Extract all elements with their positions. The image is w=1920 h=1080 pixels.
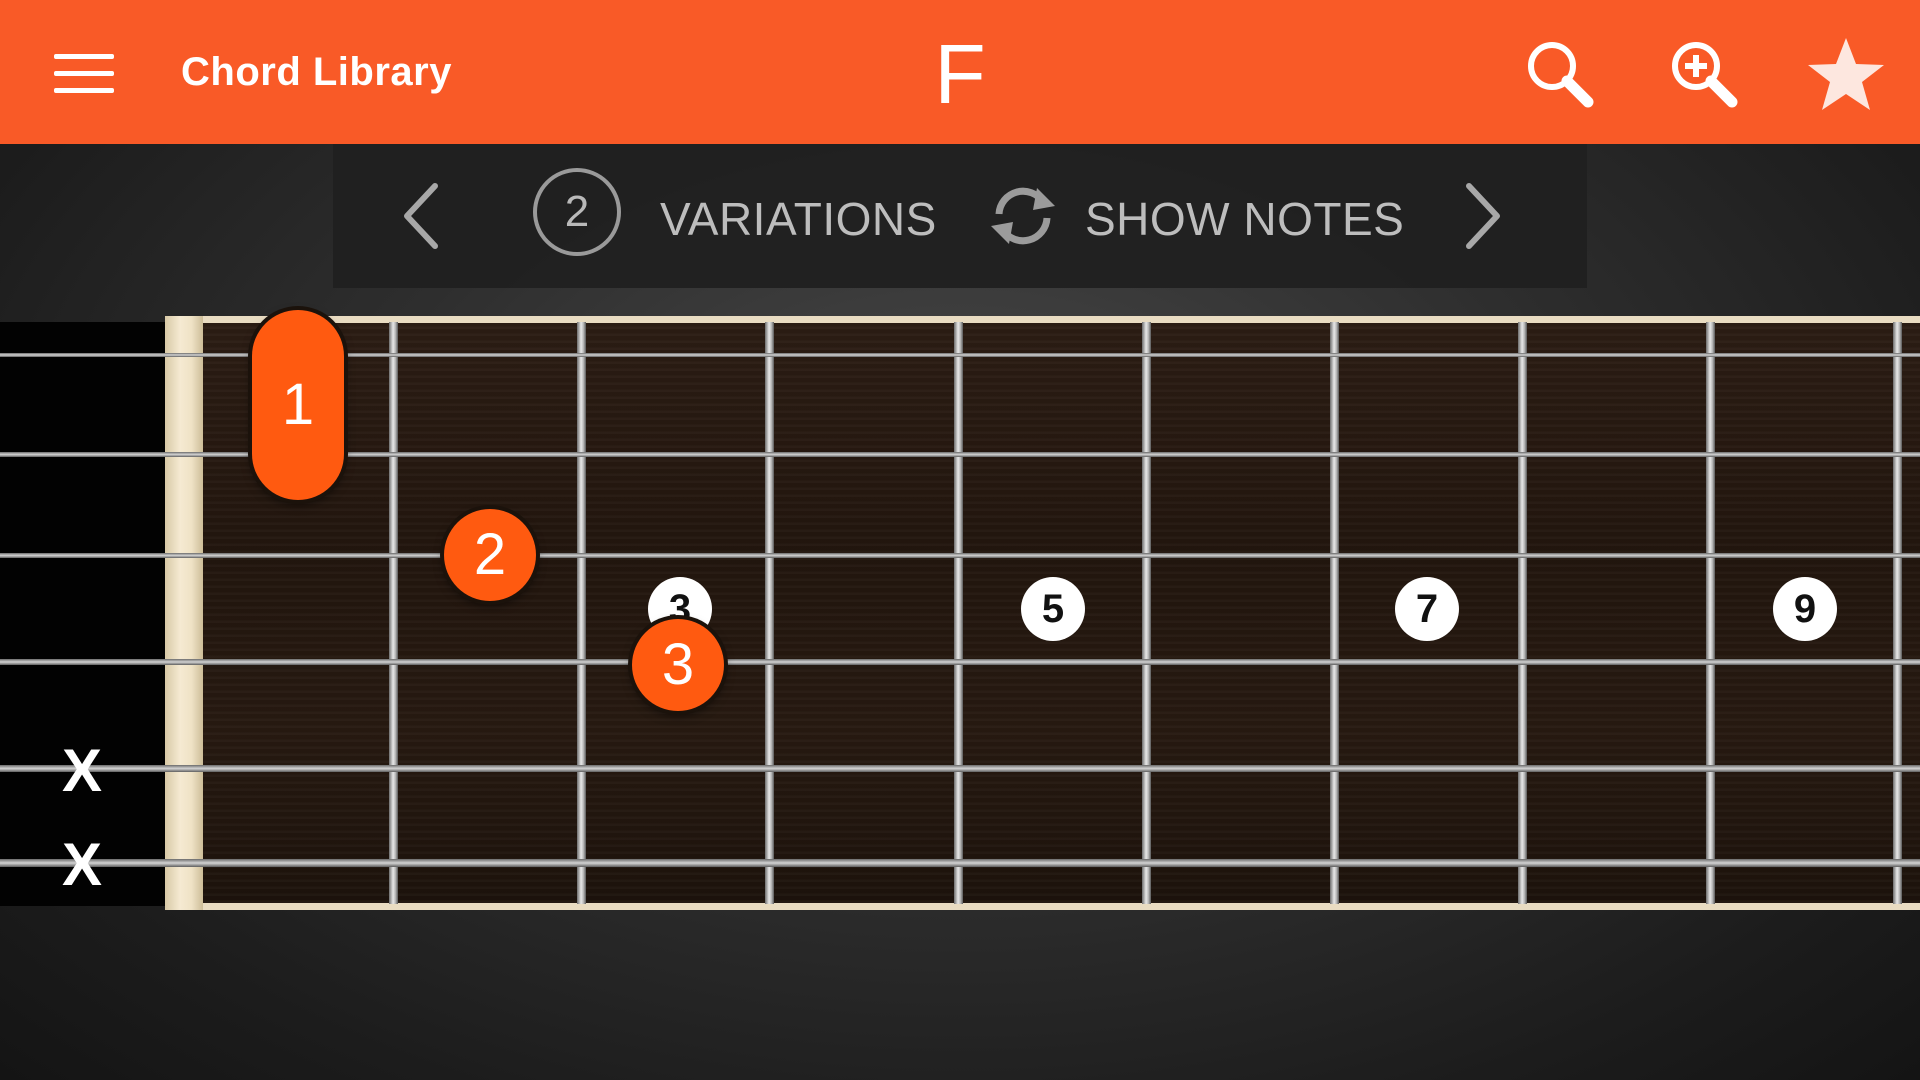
- variations-label[interactable]: VARIATIONS: [660, 194, 937, 244]
- guitar-string: [0, 659, 1920, 665]
- app-bar: Chord Library F: [0, 0, 1920, 144]
- zoom-in-icon[interactable]: [1664, 34, 1744, 114]
- fret-inlay-marker: 7: [1395, 577, 1459, 641]
- refresh-icon[interactable]: [985, 178, 1061, 254]
- menu-icon[interactable]: [42, 46, 122, 100]
- finger-position-3[interactable]: 3: [632, 619, 724, 711]
- nut: [165, 316, 203, 910]
- fret-inlay-marker: 5: [1021, 577, 1085, 641]
- fret-wire: [1142, 322, 1151, 904]
- guitar-string: [0, 553, 1920, 558]
- variation-count-badge[interactable]: 2: [533, 168, 621, 256]
- chevron-right-icon: [1466, 183, 1500, 249]
- chevron-left-icon: [404, 183, 438, 249]
- star-icon[interactable]: [1806, 34, 1886, 114]
- previous-variation-button[interactable]: [389, 144, 459, 288]
- fret-wire: [1330, 322, 1339, 904]
- fret-wire: [1706, 322, 1715, 904]
- guitar-string: [0, 859, 1920, 867]
- fret-wire: [1893, 322, 1902, 904]
- page-title: Chord Library: [181, 50, 452, 94]
- finger-position-2[interactable]: 2: [444, 509, 536, 601]
- finger-position-1-barre[interactable]: 1: [252, 310, 344, 500]
- muted-string-marker: X: [61, 831, 103, 898]
- fret-inlay-marker: 9: [1773, 577, 1837, 641]
- fret-wire: [954, 322, 963, 904]
- variations-toolbar: 2 VARIATIONS SHOW NOTES: [333, 144, 1587, 288]
- guitar-string: [0, 765, 1920, 772]
- chord-name: F: [934, 27, 986, 121]
- search-icon[interactable]: [1520, 34, 1600, 114]
- muted-string-marker: X: [61, 737, 103, 804]
- fret-wire: [1518, 322, 1527, 904]
- show-notes-button[interactable]: SHOW NOTES: [1085, 194, 1404, 244]
- fret-wire: [389, 322, 398, 904]
- next-variation-button[interactable]: [1445, 144, 1515, 288]
- fret-wire: [577, 322, 586, 904]
- fret-wire: [765, 322, 774, 904]
- open-string-area: [0, 322, 166, 906]
